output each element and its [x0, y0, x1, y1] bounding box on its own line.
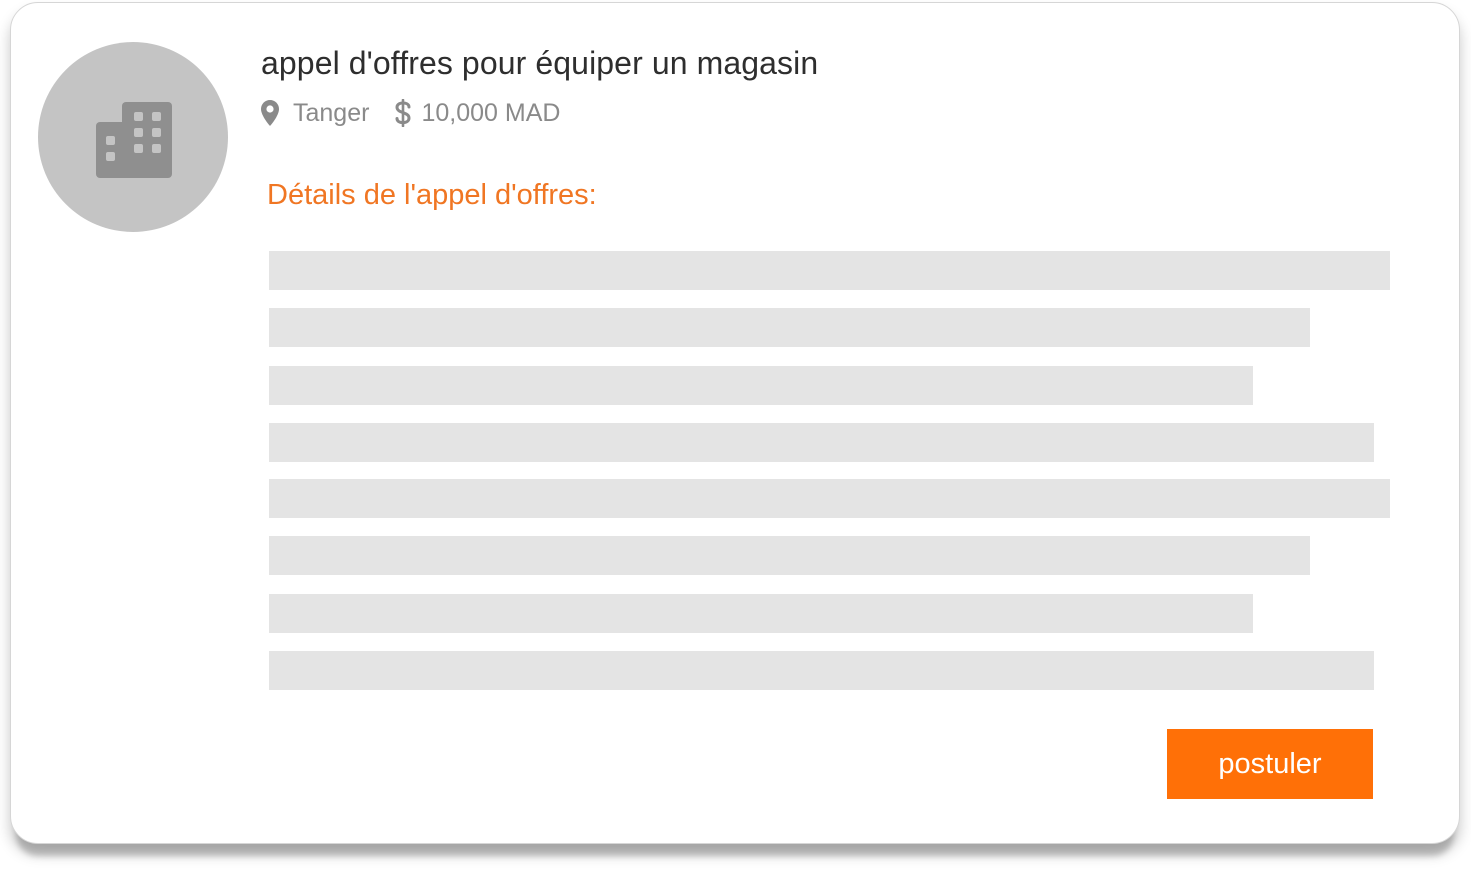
tender-budget: 10,000 MAD [421, 98, 561, 127]
tender-title: appel d'offres pour équiper un magasin [261, 45, 819, 81]
building-icon [96, 102, 172, 178]
placeholder-line [269, 594, 1253, 633]
placeholder-line [269, 651, 1374, 690]
tender-meta: Tanger 10,000 MAD [261, 97, 560, 129]
tender-card: appel d'offres pour équiper un magasin T… [10, 2, 1460, 844]
map-marker-icon [261, 100, 279, 126]
dollar-icon [395, 99, 411, 127]
placeholder-line [269, 536, 1310, 575]
apply-button[interactable]: postuler [1167, 729, 1373, 799]
placeholder-line [269, 479, 1390, 518]
company-avatar [38, 42, 228, 232]
tender-location: Tanger [293, 98, 370, 127]
placeholder-line [269, 423, 1374, 462]
placeholder-line [269, 308, 1310, 347]
placeholder-line [269, 366, 1253, 405]
placeholder-line [269, 251, 1390, 290]
details-heading: Détails de l'appel d'offres: [267, 179, 597, 211]
